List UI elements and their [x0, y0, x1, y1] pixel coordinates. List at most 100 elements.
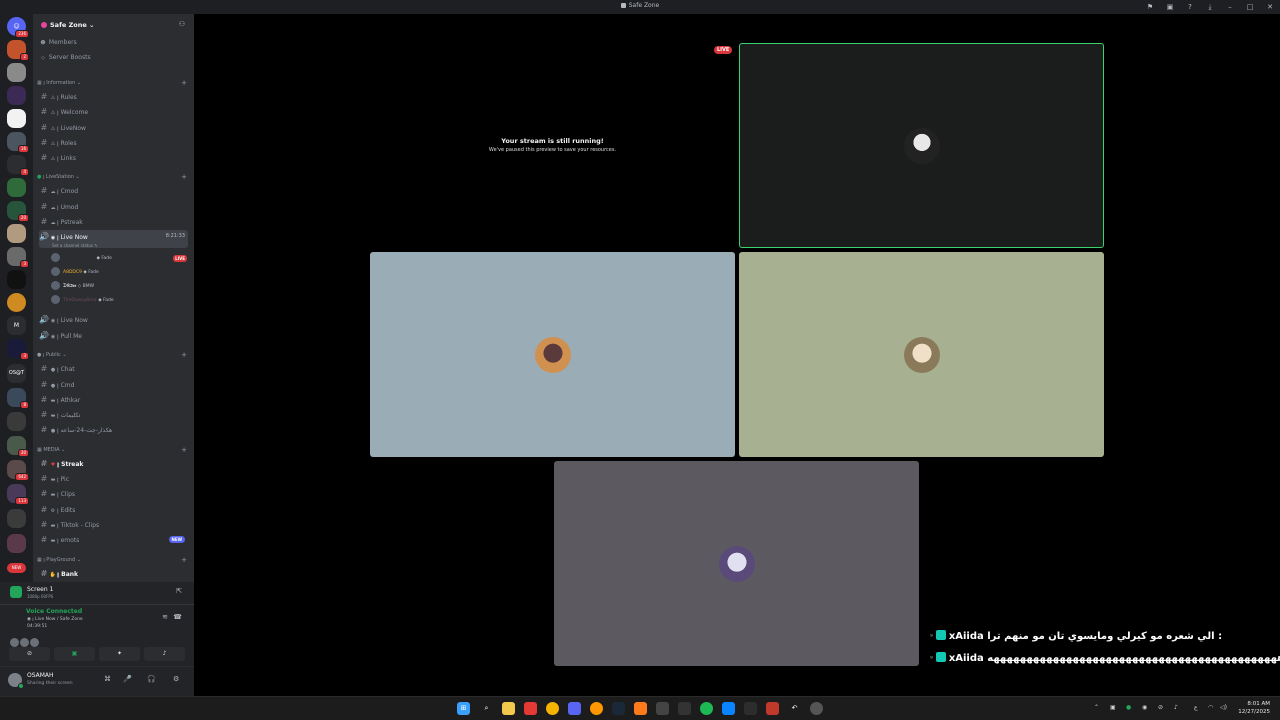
window-icon[interactable]: ▣ [1160, 0, 1180, 14]
wifi-icon[interactable]: ◠ [1208, 704, 1213, 711]
username[interactable]: OSAMAH [27, 672, 54, 679]
headphones-icon[interactable]: 🎧 [147, 675, 156, 683]
category-information[interactable]: ▦ ꞁ Information ⌄ + [37, 78, 187, 88]
members-link[interactable]: ☻ Members [39, 36, 188, 49]
app-icon[interactable] [634, 702, 647, 715]
minimize-button[interactable]: – [1220, 0, 1240, 14]
download-icon[interactable]: ⤓ [1200, 0, 1220, 14]
app-icon[interactable] [678, 702, 691, 715]
server-icon[interactable]: 16 [7, 132, 29, 153]
channel-umod[interactable]: # ☁ ꞁ Umod [39, 200, 188, 213]
app-icon[interactable] [810, 702, 823, 715]
system-clock[interactable]: 8:01 AM 12/27/2025 [1238, 700, 1270, 716]
server-icon[interactable]: OS@T [7, 364, 26, 383]
channel-livenow[interactable]: # ⚠ ꞁ LiveNow [39, 121, 188, 134]
channel-24h[interactable]: # ● ꞁ هكذار-جت-24-ساعه [39, 423, 188, 436]
app-icon[interactable] [722, 702, 735, 715]
participant-tile[interactable] [739, 43, 1104, 248]
channel-streak[interactable]: # ♥ ꞁ Streak [39, 457, 188, 470]
channel-emots[interactable]: # ▬ ꞁ emots NEW [39, 533, 188, 546]
direct-messages-icon[interactable]: ☺ 236 [7, 17, 29, 38]
app-icon[interactable]: ↶ [788, 702, 801, 715]
channel-welcome[interactable]: # ⚠ ꞁ Welcome [39, 105, 188, 118]
server-icon[interactable]: 3 [7, 339, 29, 360]
channel-clips[interactable]: # ▬ ꞁ Clips [39, 487, 188, 500]
participant-tile[interactable] [554, 461, 919, 666]
screen-share-row[interactable]: Screen 1 1080p 60FPS ⇱ [0, 582, 194, 604]
discord-icon[interactable] [568, 702, 581, 715]
close-button[interactable]: ✕ [1260, 0, 1280, 14]
add-channel-icon[interactable]: + [181, 350, 187, 360]
channel-athkar[interactable]: # ▬ ꞁ Athkar [39, 393, 188, 406]
inbox-icon[interactable]: ⚑ [1140, 0, 1160, 14]
tray-icon[interactable]: ⊘ [1158, 704, 1163, 711]
server-icon[interactable]: 20 [7, 201, 29, 222]
add-channel-icon[interactable]: + [181, 172, 187, 182]
channel-links[interactable]: # ⚠ ꞁ Links [39, 151, 188, 164]
invite-icon[interactable]: ⚇ [179, 20, 185, 28]
voice-channel-live-now-2[interactable]: 🔊 ◉ ꞁ Live Now [39, 313, 188, 326]
channel-pic[interactable]: # ▬ ꞁ Pic [39, 472, 188, 485]
tray-icon[interactable]: ● [1126, 704, 1131, 711]
server-icon[interactable]: 3 [7, 247, 29, 268]
participant-tile[interactable] [370, 252, 735, 457]
tray-icon[interactable]: ◉ [1142, 704, 1147, 711]
voice-user[interactable]: TheDawsyBear ◆ Fade [51, 295, 187, 307]
camera-off-button[interactable]: ⊘ [9, 647, 50, 661]
channel-rules[interactable]: # ⚠ ꞁ Rules [39, 90, 188, 103]
add-channel-icon[interactable]: + [181, 78, 187, 88]
game-icon[interactable]: ⌘ [104, 675, 111, 683]
new-servers-badge[interactable]: NEW [7, 563, 26, 573]
server-icon[interactable] [7, 86, 26, 105]
app-icon[interactable] [744, 702, 757, 715]
channel-tiktok-clips[interactable]: # ▬ ꞁ Tiktok - Clips [39, 518, 188, 531]
disconnect-icon[interactable]: ☎ [173, 613, 182, 621]
channel-roles[interactable]: # ⚠ ꞁ Roles [39, 136, 188, 149]
popout-icon[interactable]: ⇱ [176, 587, 182, 595]
server-icon[interactable] [7, 293, 26, 312]
server-folder-icon[interactable] [7, 509, 26, 528]
app-icon[interactable] [766, 702, 779, 715]
spotify-icon[interactable] [700, 702, 713, 715]
category-public[interactable]: ● ꞁ Public ⌄ + [37, 350, 187, 360]
server-folder-icon[interactable]: 642 [7, 460, 29, 481]
noise-suppression-icon[interactable]: ≋ [162, 613, 168, 621]
tray-icon[interactable]: ▣ [1110, 704, 1116, 711]
channel-status-hint[interactable]: Set a channel status ✎ [52, 239, 98, 252]
microphone-icon[interactable]: 🎤 [123, 675, 132, 683]
voice-channel-pull-me[interactable]: 🔊 ◉ ꞁ Pull Me [39, 329, 188, 342]
start-icon[interactable]: ⊞ [457, 702, 470, 715]
channel-pstreak[interactable]: # ☁ ꞁ Pstreak [39, 215, 188, 228]
server-icon[interactable] [7, 270, 26, 289]
file-explorer-icon[interactable] [502, 702, 515, 715]
maximize-button[interactable]: □ [1240, 0, 1260, 14]
search-icon[interactable]: ⌕ [480, 702, 493, 715]
voice-channel-live-now[interactable]: 🔊 ◉ ꞁ Live Now 8:21:33 Set a channel statu… [39, 230, 188, 248]
channel-cmd[interactable]: # ● ꞁ Cmd [39, 378, 188, 391]
server-icon[interactable]: 30 [7, 436, 29, 457]
category-playground[interactable]: ▦ ꞁ PlayGround ⌄ + [37, 555, 187, 565]
server-folder-icon[interactable] [7, 412, 26, 431]
app-icon[interactable] [590, 702, 603, 715]
settings-gear-icon[interactable]: ⚙ [173, 675, 179, 683]
chrome-icon[interactable] [546, 702, 559, 715]
category-livestation[interactable]: ● ꞁ LiveStation ⌄ + [37, 172, 187, 182]
activities-button[interactable]: ✦ [99, 647, 140, 661]
screen-share-button[interactable]: ▣ [54, 647, 95, 661]
server-header[interactable]: Safe Zone ⌄ ⚇ [33, 14, 194, 36]
channel-edits[interactable]: # ⚙ ꞁ Edits [39, 503, 188, 516]
participant-tile[interactable] [739, 252, 1104, 457]
voice-user[interactable]: A8DDC9 ◆ Fade [51, 267, 187, 279]
server-folder-icon[interactable]: 8 [7, 388, 29, 409]
channel-bank[interactable]: # ✋ꞁ Bank [39, 567, 188, 580]
channel-takleemat[interactable]: # ▬ ꞁ تكليمات [39, 408, 188, 421]
server-folder-icon[interactable] [7, 534, 26, 553]
server-icon[interactable] [7, 109, 26, 128]
language-icon[interactable]: ع [1194, 704, 1198, 711]
voice-user[interactable]: ◆ Fade LIVE [51, 253, 187, 265]
app-icon[interactable] [524, 702, 537, 715]
server-boosts-link[interactable]: ◇ Server Boosts [39, 51, 188, 64]
server-icon[interactable]: 2 [7, 40, 29, 61]
server-folder-icon[interactable]: 113 [7, 484, 29, 505]
tray-overflow-icon[interactable]: ⌃ [1094, 704, 1099, 711]
